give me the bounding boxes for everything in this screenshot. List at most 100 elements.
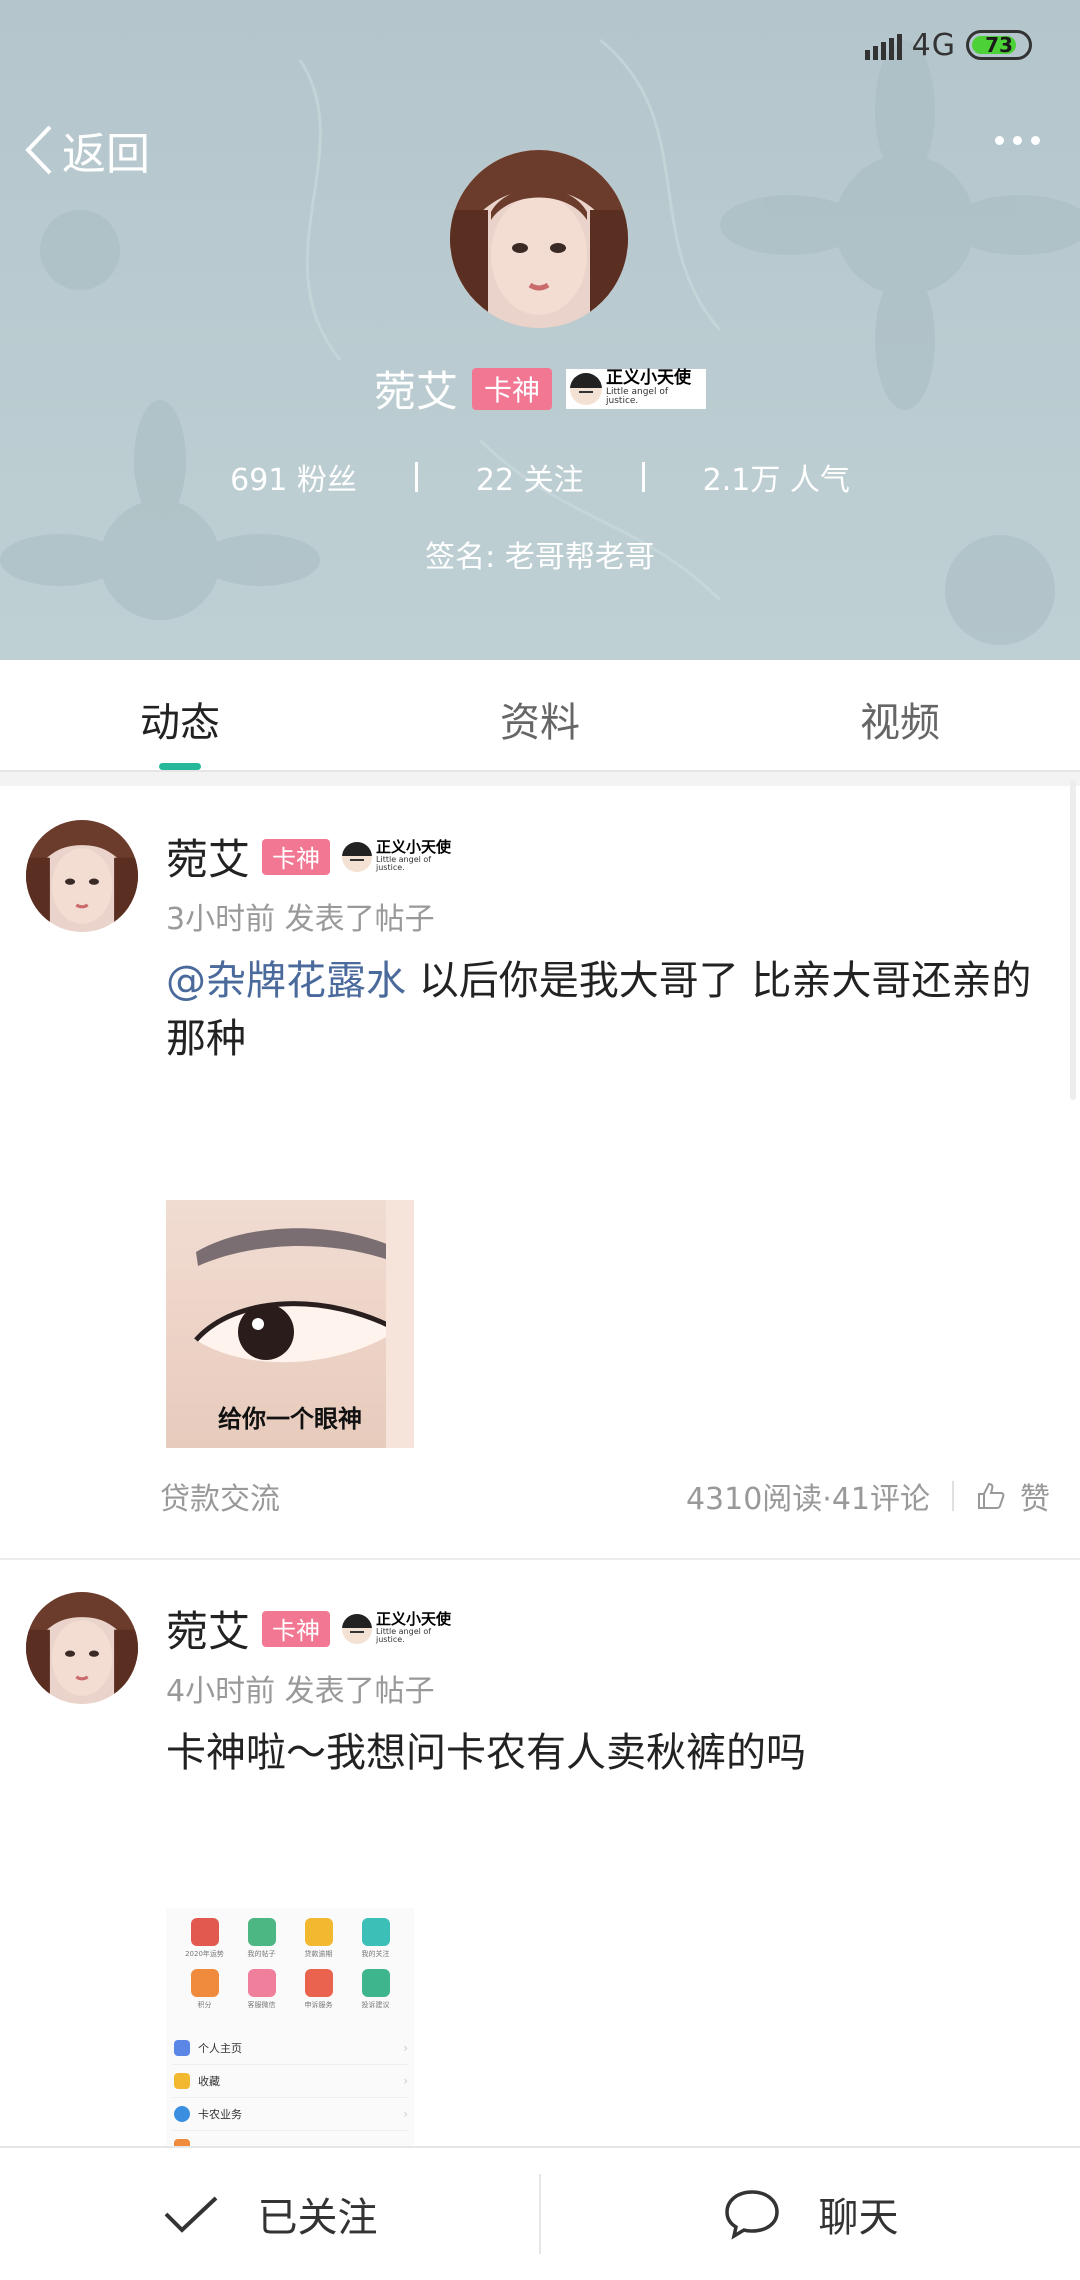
post-image[interactable]: 2020年运势 我的帖子 贷款逾期 我的关注 积分 客服微信 申诉服务 投诉建议… [166,1908,414,2146]
chevron-left-icon [25,125,52,175]
grid-item-label: 投诉建议 [361,2001,390,2009]
scrollbar[interactable] [1070,780,1076,1100]
status-bar: 4G 73 [864,22,1032,68]
like-button[interactable]: 赞 [976,1474,1050,1518]
grid-item: 贷款逾期 [290,1918,347,1959]
tab-label: 资料 [500,700,580,746]
section-gap [0,772,1080,786]
chat-button[interactable]: 聊天 [541,2148,1080,2280]
post-author-row: 菀艾 卡神 正义小天使 Little angel of justice. [166,1598,463,1659]
profile-signature: 签名: 老哥帮老哥 [425,540,655,575]
grid-item-label: 我的关注 [361,1950,390,1958]
medal-title: 正义小天使 [606,368,692,389]
medal-title: 正义小天使 [376,838,452,857]
grid-item: 2020年运势 [176,1918,233,1959]
list-item-label: 个人主页 [198,2042,242,2055]
tab-label: 视频 [860,700,940,746]
chat-bubble-icon [724,2190,779,2240]
avatar-photo [26,1592,138,1704]
grid-item: 我的帖子 [233,1918,290,1959]
grid-item: 客服微信 [233,1969,290,2010]
kashen-badge: 卡神 [262,1610,331,1647]
list-item [172,2131,408,2146]
post-text[interactable]: 卡神啦～我想问卡农有人卖秋裤的吗 [166,1724,1046,1782]
network-type: 4G [911,27,956,63]
profile-name: 菀艾 [373,367,458,416]
post-author-name[interactable]: 菀艾 [166,826,250,887]
signal-icon [864,30,902,60]
image-caption: 给你一个眼神 [218,1405,362,1433]
like-label: 赞 [1020,1482,1050,1517]
post-author-name[interactable]: 菀艾 [166,1598,250,1659]
popularity-count: 2.1万 人气 [702,463,850,498]
tab-posts[interactable]: 动态 [0,660,360,770]
tab-profile-info[interactable]: 资料 [360,660,720,770]
list-item-label: 卡农业务 [198,2108,242,2121]
feed-post[interactable]: 菀艾 卡神 正义小天使 Little angel of justice. 3小时… [0,786,1080,1558]
profile-header: 4G 73 返回 菀艾 卡神 正义小天使 Little angel of jus… [0,0,1080,660]
grid-item: 申诉服务 [290,1969,347,2010]
avatar-photo [26,820,138,932]
grid-item-label: 客服微信 [247,2001,276,2009]
more-options-icon[interactable] [995,136,1040,145]
medal-face-icon [342,1613,373,1644]
post-stats: 4310阅读·41评论 [685,1482,930,1517]
justice-angel-medal: 正义小天使 Little angel of justice. [566,368,707,409]
justice-angel-medal: 正义小天使 Little angel of justice. [342,838,463,874]
kashen-badge: 卡神 [472,367,553,410]
bottom-action-bar: 已关注 聊天 [0,2146,1080,2280]
post-author-avatar[interactable] [26,1592,138,1704]
footer-divider [952,1481,954,1511]
medal-face-icon [342,841,373,872]
post-footer: 贷款交流 4310阅读·41评论 赞 [160,1474,1050,1518]
following-count[interactable]: 22 关注 [476,455,584,499]
tab-active-indicator [159,763,201,770]
post-author-avatar[interactable] [26,820,138,932]
tab-label: 动态 [140,700,220,746]
medal-subtitle: Little angel of justice. [606,386,668,407]
app-menu-list: 个人主页 › 收藏 › 卡农业务 › [172,2032,408,2146]
grid-item-label: 我的帖子 [247,1950,276,1958]
mention-link[interactable]: @杂牌花露水 [166,958,406,1004]
grid-item: 积分 [176,1969,233,2010]
profile-tabs: 动态 资料 视频 [0,660,1080,772]
profile-name-row: 菀艾 卡神 正义小天使 Little angel of justice. [0,358,1080,419]
battery-level: 73 [985,33,1013,57]
medal-subtitle: Little angel of justice. [376,854,432,873]
thumbs-up-icon [978,1482,1005,1509]
post-author-row: 菀艾 卡神 正义小天使 Little angel of justice. [166,826,463,887]
medal-title: 正义小天使 [376,1610,452,1629]
grid-item-label: 贷款逾期 [304,1950,333,1958]
feed-post[interactable]: 菀艾 卡神 正义小天使 Little angel of justice. 4小时… [0,1560,1080,2146]
post-text[interactable]: @杂牌花露水 以后你是我大哥了 比亲大哥还亲的那种 [166,952,1046,1068]
chat-label: 聊天 [818,2195,899,2241]
back-button[interactable]: 返回 [22,118,150,182]
grid-item-label: 积分 [197,2001,212,2009]
stats-divider [641,462,645,492]
back-label: 返回 [62,129,150,180]
grid-item-label: 2020年运势 [185,1950,224,1958]
list-item: 个人主页 › [172,2032,408,2065]
post-image[interactable]: 给你一个眼神 [166,1200,414,1448]
app-icon-grid: 2020年运势 我的帖子 贷款逾期 我的关注 积分 客服微信 申诉服务 投诉建议 [176,1918,404,2010]
followers-count[interactable]: 691 粉丝 [230,455,357,499]
grid-item: 投诉建议 [347,1969,404,2010]
profile-stats: 691 粉丝 22 关注 2.1万 人气 [0,455,1080,499]
list-item: 卡农业务 › [172,2098,408,2131]
grid-item: 我的关注 [347,1918,404,1959]
stats-divider [414,462,418,492]
forum-tag[interactable]: 贷款交流 [160,1474,686,1518]
medal-face-icon [570,372,603,405]
profile-avatar[interactable] [450,150,628,328]
tab-videos[interactable]: 视频 [720,660,1080,770]
following-label: 已关注 [257,2195,378,2241]
following-button[interactable]: 已关注 [0,2148,539,2280]
grid-item-label: 申诉服务 [304,2001,333,2009]
avatar-photo [450,150,628,328]
post-meta: 3小时前 发表了帖子 [166,902,435,937]
kashen-badge: 卡神 [262,838,331,875]
checkmark-icon [164,2196,217,2233]
justice-angel-medal: 正义小天使 Little angel of justice. [342,1610,463,1646]
list-item-label: 收藏 [198,2075,220,2088]
post-meta: 4小时前 发表了帖子 [166,1674,435,1709]
